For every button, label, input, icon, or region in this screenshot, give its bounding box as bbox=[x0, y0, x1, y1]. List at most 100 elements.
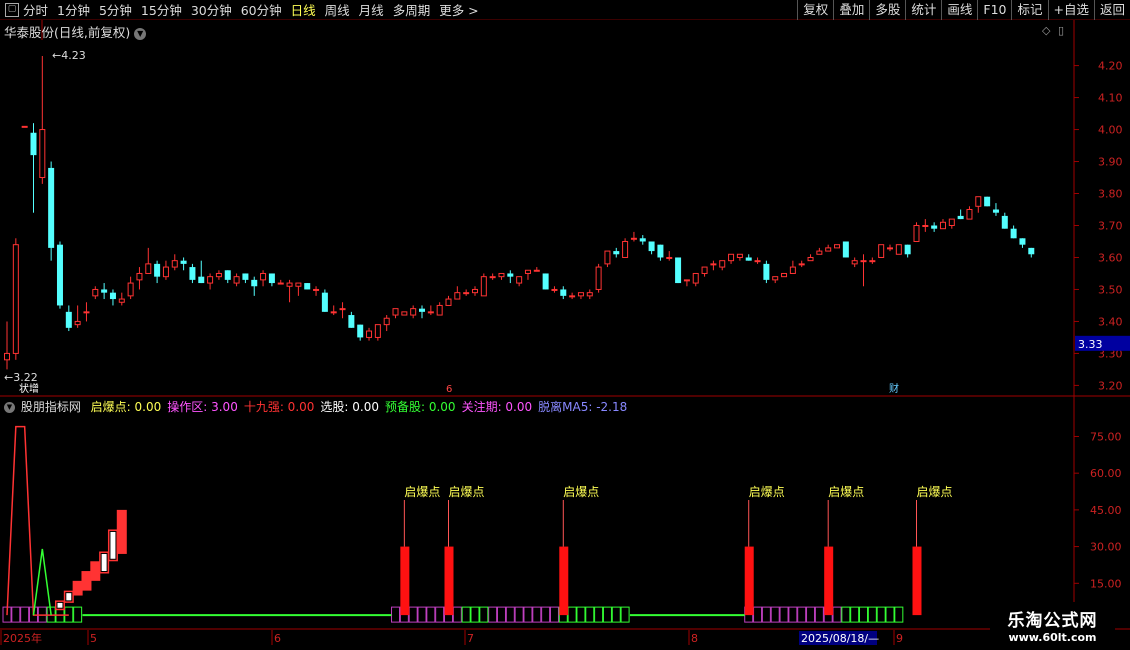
candle-body bbox=[516, 276, 523, 284]
candle-body bbox=[692, 272, 699, 284]
current-price-label: 3.33 bbox=[1078, 338, 1103, 351]
zone-cell-green bbox=[461, 606, 471, 623]
multi-stock-button[interactable]: 多股 bbox=[869, 0, 905, 20]
candle-body bbox=[392, 308, 399, 316]
candle-body bbox=[383, 317, 390, 326]
zone-cell-purple bbox=[788, 606, 798, 623]
candle-body bbox=[807, 256, 814, 262]
f10-button[interactable]: F10 bbox=[977, 0, 1011, 20]
candle-body bbox=[851, 260, 858, 265]
candle-body bbox=[1001, 215, 1008, 229]
signal-label: 启爆点 bbox=[404, 485, 440, 499]
period-monthly[interactable]: 月线 bbox=[359, 0, 384, 19]
candle-body bbox=[427, 311, 434, 314]
zone-cell-green bbox=[841, 606, 851, 623]
candle-body bbox=[966, 209, 973, 220]
candle-body bbox=[419, 308, 426, 312]
zone-cell-purple bbox=[532, 606, 542, 623]
ind-tick-label-4: 15.00 bbox=[1090, 577, 1122, 590]
ind-tick-label-2: 45.00 bbox=[1090, 504, 1122, 517]
period-1min[interactable]: 1分钟 bbox=[57, 0, 90, 19]
period-5min[interactable]: 5分钟 bbox=[99, 0, 132, 19]
candle-body bbox=[551, 288, 558, 291]
chart-area[interactable]: 启爆点 启爆点 启爆点 启爆点 启爆点 启爆点 4.204.104.003.903.803… bbox=[0, 20, 1130, 650]
indicator-legend: ▼ 股朋指标网 启爆点: 0.00 操作区: 3.00 十九强: 0.00 选股: 0… bbox=[4, 398, 639, 415]
candle-body bbox=[286, 282, 293, 287]
zone-cell-green bbox=[479, 606, 489, 623]
candle-body bbox=[798, 263, 805, 266]
period-multi[interactable]: 多周期 bbox=[393, 0, 431, 19]
period-30min[interactable]: 30分钟 bbox=[191, 0, 232, 19]
period-more[interactable]: 更多 > bbox=[439, 0, 478, 19]
candle-body bbox=[745, 257, 752, 261]
candle-body bbox=[657, 244, 664, 258]
candle-body bbox=[763, 263, 770, 280]
signal-bar bbox=[559, 546, 569, 616]
stats-button[interactable]: 统计 bbox=[905, 0, 941, 20]
candle-body bbox=[931, 225, 938, 229]
zone-cell-purple bbox=[505, 606, 515, 623]
candle-body bbox=[127, 282, 134, 297]
candle-body bbox=[489, 276, 496, 279]
zone-cell-purple bbox=[753, 606, 763, 623]
candle-body bbox=[913, 224, 920, 242]
ladder-bar bbox=[116, 509, 127, 554]
zone-cell-purple bbox=[435, 606, 445, 623]
legend-item-1: 操作区: 3.00 bbox=[167, 400, 238, 414]
zone-cell-green bbox=[602, 606, 612, 623]
zone-cell-purple bbox=[391, 606, 401, 623]
candle-body bbox=[595, 266, 602, 290]
candle-body bbox=[454, 292, 461, 300]
indicator-collapse-icon[interactable]: ▼ bbox=[4, 402, 15, 413]
zone-cell-green bbox=[611, 606, 621, 623]
layout-icon[interactable]: ▢ bbox=[5, 2, 19, 17]
candle-body bbox=[74, 320, 81, 326]
price-tick-label-2: 4.00 bbox=[1098, 124, 1123, 137]
candle-body bbox=[339, 308, 346, 311]
draw-line-button[interactable]: 画线 bbox=[941, 0, 977, 20]
signal-label: 启爆点 bbox=[449, 485, 485, 499]
candle-body bbox=[313, 288, 320, 291]
candle-body bbox=[233, 276, 240, 284]
candlestick-series bbox=[4, 55, 1035, 370]
candle-body bbox=[65, 311, 72, 328]
candle-body bbox=[542, 273, 549, 290]
add-watchlist-button[interactable]: +自选 bbox=[1047, 0, 1094, 20]
period-daily[interactable]: 日线 bbox=[291, 0, 316, 19]
ladder-bar-inner bbox=[56, 601, 64, 609]
candle-body bbox=[436, 304, 443, 316]
candle-body bbox=[277, 282, 284, 285]
candle-body bbox=[754, 260, 761, 263]
candle-body bbox=[410, 308, 417, 316]
zone-cell-purple bbox=[426, 606, 436, 623]
back-button[interactable]: 返回 bbox=[1093, 0, 1130, 20]
stock-title[interactable]: 华泰股份(日线,前复权) ▼ bbox=[4, 22, 147, 41]
candle-body bbox=[304, 283, 311, 290]
candle-body bbox=[939, 221, 946, 230]
period-intraday[interactable]: 分时 bbox=[23, 0, 48, 19]
candle-body bbox=[445, 298, 452, 306]
adjust-button[interactable]: 复权 bbox=[797, 0, 833, 20]
period-weekly[interactable]: 周线 bbox=[325, 0, 350, 19]
candle-body bbox=[180, 260, 187, 264]
indicator-name[interactable]: 股朋指标网 bbox=[21, 400, 81, 414]
dropdown-icon[interactable]: ▼ bbox=[134, 27, 147, 40]
period-15min[interactable]: 15分钟 bbox=[141, 0, 182, 19]
candle-body bbox=[162, 266, 169, 278]
overlay-button[interactable]: 叠加 bbox=[833, 0, 869, 20]
candle-body bbox=[92, 288, 99, 297]
signal-label: 启爆点 bbox=[828, 485, 864, 499]
candle-body bbox=[887, 247, 893, 250]
candle-body bbox=[260, 272, 267, 281]
chart-frame bbox=[0, 20, 1130, 630]
ladder-bar bbox=[72, 580, 83, 596]
candle-body bbox=[781, 272, 788, 278]
candle-body bbox=[869, 260, 876, 263]
candle-body bbox=[498, 272, 505, 278]
candle-body bbox=[321, 292, 328, 312]
candle-body bbox=[975, 196, 982, 207]
candle-body bbox=[560, 289, 567, 296]
mark-button[interactable]: 标记 bbox=[1011, 0, 1047, 20]
signal-bar bbox=[744, 546, 754, 616]
period-60min[interactable]: 60分钟 bbox=[241, 0, 282, 19]
